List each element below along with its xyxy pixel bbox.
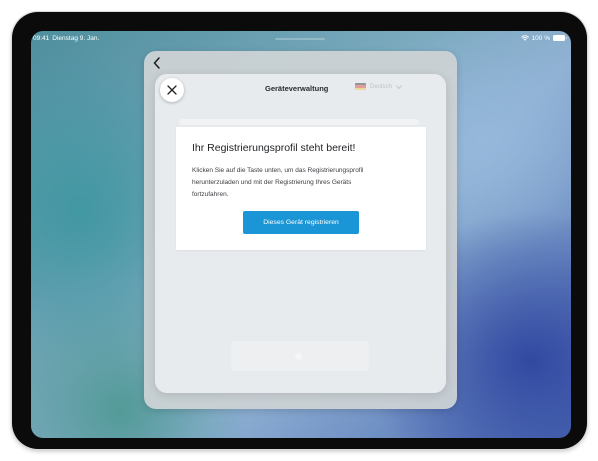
registration-profile-card: Ihr Registrierungsprofil steht bereit! K… (176, 127, 426, 250)
status-left: 09:41 Dienstag 9. Jan. (33, 35, 99, 42)
card-body-line: herunterzuladen und mit der Registrierun… (192, 179, 352, 186)
page-title: Geräteverwaltung (265, 84, 329, 93)
german-flag-icon (355, 83, 366, 90)
card-body-line: fortzufahren. (192, 191, 229, 198)
register-device-button[interactable]: Dieses Gerät registrieren (243, 211, 359, 234)
close-icon (167, 85, 177, 95)
status-time: 09:41 (33, 34, 50, 42)
ipad-screen: 09:41 Dienstag 9. Jan. 100 % Geräteverwa… (31, 31, 571, 438)
battery-percent: 100 % (531, 34, 550, 42)
language-selector[interactable]: Deutsch (355, 83, 402, 90)
battery-icon (553, 35, 567, 41)
top-handle (275, 38, 325, 40)
sheet-header: Geräteverwaltung Deutsch (155, 74, 446, 106)
chevron-down-icon (396, 84, 402, 89)
status-bar: 09:41 Dienstag 9. Jan. 100 % (31, 31, 571, 45)
card-title: Ihr Registrierungsprofil steht bereit! (192, 142, 356, 154)
card-body-line: Klicken Sie auf die Taste unten, um das … (192, 167, 364, 174)
status-date: Dienstag 9. Jan. (52, 34, 100, 42)
faded-background-button (231, 341, 369, 371)
card-body: Klicken Sie auf die Taste unten, um das … (192, 165, 414, 201)
language-label: Deutsch (370, 83, 393, 90)
faint-placeholder-row (179, 119, 419, 125)
close-button[interactable] (160, 78, 184, 102)
wifi-icon (520, 35, 529, 41)
chevron-left-icon[interactable] (152, 57, 162, 69)
status-right: 100 % (520, 34, 567, 42)
